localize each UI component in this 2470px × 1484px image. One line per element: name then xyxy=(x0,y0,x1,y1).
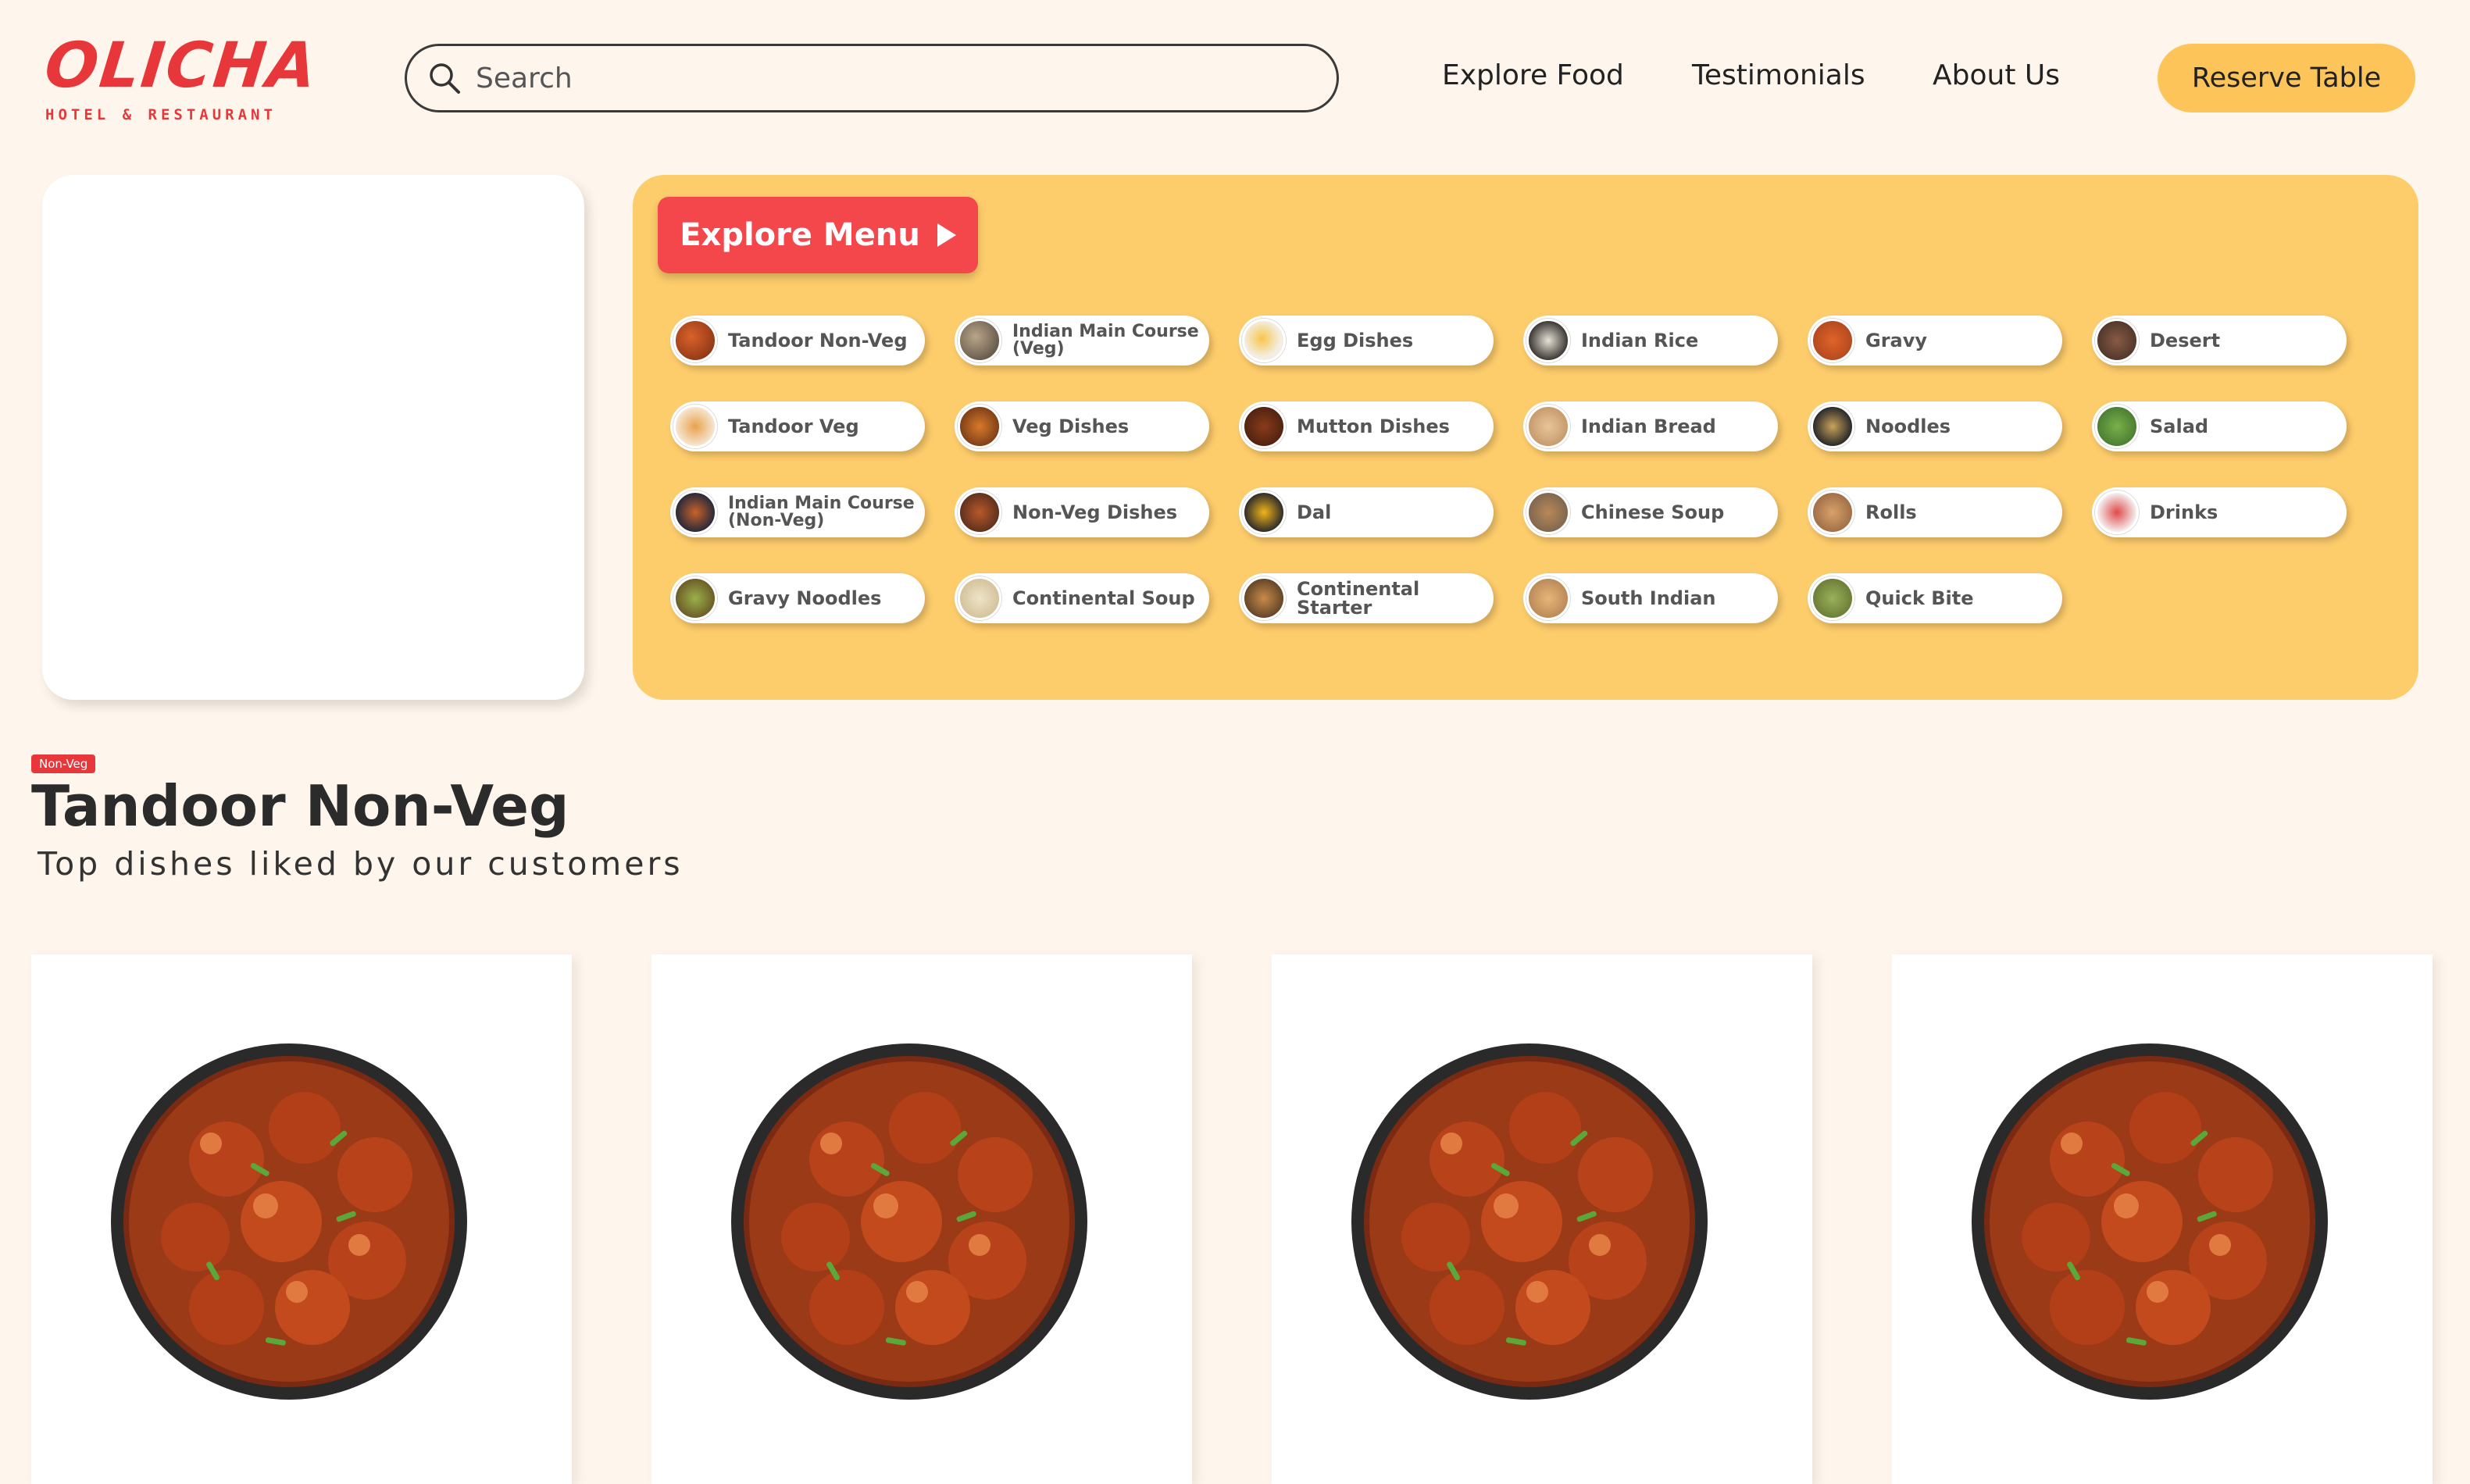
category-thumb xyxy=(1526,491,1570,534)
category-drinks[interactable]: Drinks xyxy=(2092,487,2347,537)
category-label: Indian Rice xyxy=(1581,330,1699,351)
brand-name: OLICHA xyxy=(41,29,322,102)
category-thumb xyxy=(1242,405,1286,448)
search-bar[interactable] xyxy=(405,44,1339,112)
category-thumb xyxy=(1811,405,1854,448)
category-salad[interactable]: Salad xyxy=(2092,401,2347,451)
category-label: Dal xyxy=(1297,501,1332,523)
category-thumb xyxy=(1811,491,1854,534)
category-indian-bread[interactable]: Indian Bread xyxy=(1523,401,1778,451)
category-label: Noodles xyxy=(1865,416,1951,437)
dish-card[interactable] xyxy=(31,954,572,1484)
category-indian-main-course-non-veg[interactable]: Indian Main Course (Non-Veg) xyxy=(670,487,925,537)
menu-panel: Explore Menu Tandoor Non-Veg Indian Main… xyxy=(633,175,2418,700)
dish-image xyxy=(111,1043,467,1400)
section-subtitle: Top dishes liked by our customers xyxy=(37,845,684,883)
section-title: Tandoor Non-Veg xyxy=(31,773,569,839)
category-non-veg-dishes[interactable]: Non-Veg Dishes xyxy=(955,487,1209,537)
category-label: Chinese Soup xyxy=(1581,501,1725,523)
dish-image xyxy=(1351,1043,1708,1400)
category-label: Salad xyxy=(2150,416,2209,437)
category-rolls[interactable]: Rolls xyxy=(1808,487,2062,537)
brand-logo[interactable]: OLICHA HOTEL & RESTAURANT xyxy=(41,29,322,127)
category-tandoor-non-veg[interactable]: Tandoor Non-Veg xyxy=(670,316,925,366)
brand-tagline: HOTEL & RESTAURANT xyxy=(45,106,277,123)
category-noodles[interactable]: Noodles xyxy=(1808,401,2062,451)
category-thumb xyxy=(1526,319,1570,362)
category-thumb xyxy=(673,491,717,534)
category-label: Indian Main Course (Veg) xyxy=(1012,322,1199,359)
nav-about-us[interactable]: About Us xyxy=(1933,59,2060,91)
category-thumb xyxy=(1811,319,1854,362)
category-veg-dishes[interactable]: Veg Dishes xyxy=(955,401,1209,451)
category-thumb xyxy=(673,319,717,362)
category-continental-soup[interactable]: Continental Soup xyxy=(955,573,1209,623)
category-mutton-dishes[interactable]: Mutton Dishes xyxy=(1239,401,1494,451)
dish-card[interactable] xyxy=(651,954,1192,1484)
reserve-table-button[interactable]: Reserve Table xyxy=(2158,44,2415,112)
category-label: Egg Dishes xyxy=(1297,330,1414,351)
category-label: Veg Dishes xyxy=(1012,416,1130,437)
category-thumb xyxy=(2095,491,2139,534)
category-label: Gravy xyxy=(1865,330,1928,351)
dish-image xyxy=(1972,1043,2328,1400)
dish-card[interactable] xyxy=(1272,954,1812,1484)
category-label: Continental Starter xyxy=(1297,578,1420,619)
hero-image-card xyxy=(42,175,584,700)
category-gravy[interactable]: Gravy xyxy=(1808,316,2062,366)
category-thumb xyxy=(1242,319,1286,362)
category-thumb xyxy=(958,491,1001,534)
category-thumb xyxy=(1526,576,1570,620)
category-desert[interactable]: Desert xyxy=(2092,316,2347,366)
category-grid: Tandoor Non-Veg Indian Main Course (Veg)… xyxy=(670,316,2347,623)
category-label: Quick Bite xyxy=(1865,587,1974,609)
search-icon xyxy=(430,63,460,94)
category-south-indian[interactable]: South Indian xyxy=(1523,573,1778,623)
category-label: Rolls xyxy=(1865,501,1917,523)
category-thumb xyxy=(673,405,717,448)
category-label: Indian Main Course (Non-Veg) xyxy=(728,494,915,530)
category-label: Mutton Dishes xyxy=(1297,416,1450,437)
category-label: Continental Soup xyxy=(1012,587,1195,609)
explore-menu-button[interactable]: Explore Menu xyxy=(658,197,978,273)
dish-card[interactable] xyxy=(1892,954,2433,1484)
search-input[interactable] xyxy=(476,62,1304,95)
explore-menu-label: Explore Menu xyxy=(680,217,920,253)
category-thumb xyxy=(958,576,1001,620)
category-gravy-noodles[interactable]: Gravy Noodles xyxy=(670,573,925,623)
dish-image xyxy=(731,1043,1087,1400)
category-thumb xyxy=(1526,405,1570,448)
category-label: Drinks xyxy=(2150,501,2218,523)
category-egg-dishes[interactable]: Egg Dishes xyxy=(1239,316,1494,366)
category-thumb xyxy=(2095,319,2139,362)
category-quick-bite[interactable]: Quick Bite xyxy=(1808,573,2062,623)
category-badge: Non-Veg xyxy=(31,754,96,773)
category-label: Tandoor Veg xyxy=(728,416,859,437)
category-label: Indian Bread xyxy=(1581,416,1716,437)
category-label: Non-Veg Dishes xyxy=(1012,501,1178,523)
category-label: Desert xyxy=(2150,330,2221,351)
category-indian-rice[interactable]: Indian Rice xyxy=(1523,316,1778,366)
nav-testimonials[interactable]: Testimonials xyxy=(1692,59,1865,91)
category-dal[interactable]: Dal xyxy=(1239,487,1494,537)
category-thumb xyxy=(958,405,1001,448)
category-thumb xyxy=(958,319,1001,362)
category-indian-main-course-veg[interactable]: Indian Main Course (Veg) xyxy=(955,316,1209,366)
category-thumb xyxy=(1242,491,1286,534)
category-continental-starter[interactable]: Continental Starter xyxy=(1239,573,1494,623)
category-thumb xyxy=(1242,576,1286,620)
category-thumb xyxy=(2095,405,2139,448)
category-label: Tandoor Non-Veg xyxy=(728,330,908,351)
nav-explore-food[interactable]: Explore Food xyxy=(1442,59,1624,91)
category-chinese-soup[interactable]: Chinese Soup xyxy=(1523,487,1778,537)
play-icon xyxy=(937,223,956,247)
category-label: South Indian xyxy=(1581,587,1716,609)
category-thumb xyxy=(673,576,717,620)
category-tandoor-veg[interactable]: Tandoor Veg xyxy=(670,401,925,451)
category-label: Gravy Noodles xyxy=(728,587,882,609)
category-thumb xyxy=(1811,576,1854,620)
